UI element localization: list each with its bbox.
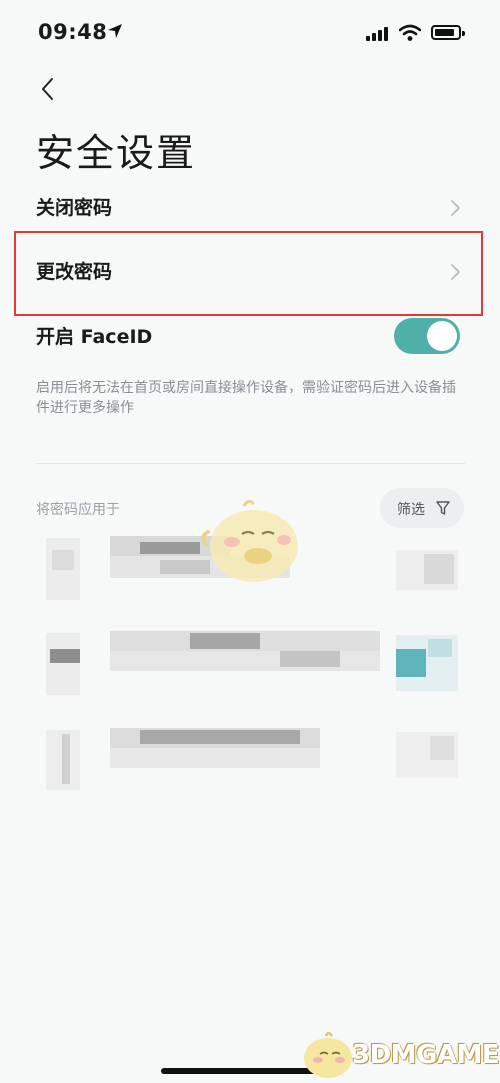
faceid-description: 启用后将无法在首页或房间直接操作设备，需验证密码后进入设备插件进行更多操作 <box>36 380 456 416</box>
divider <box>36 463 465 464</box>
mascot-sticker-image <box>201 499 298 582</box>
filter-label: 筛选 <box>397 502 425 518</box>
status-bar: 09:48 <box>0 0 500 64</box>
watermark-logo <box>304 1031 352 1078</box>
cellular-signal-icon <box>366 26 390 41</box>
close-password-row[interactable]: 关闭密码 <box>0 179 500 235</box>
chevron-right-icon <box>451 200 460 216</box>
filter-button[interactable]: 筛选 <box>380 488 464 528</box>
device-list-item[interactable] <box>0 722 500 802</box>
close-password-label: 关闭密码 <box>36 197 113 219</box>
location-arrow-icon <box>108 24 122 38</box>
battery-icon <box>431 25 465 40</box>
highlight-box <box>14 231 483 316</box>
faceid-toggle[interactable] <box>394 318 460 354</box>
apply-to-label: 将密码应用于 <box>36 502 120 518</box>
toggle-knob <box>427 321 457 351</box>
watermark-text: 3DMGAME <box>352 1040 500 1070</box>
faceid-label: 开启 FaceID <box>36 326 153 348</box>
device-list-item[interactable] <box>0 625 500 705</box>
filter-funnel-icon <box>436 501 450 515</box>
wifi-icon <box>399 24 421 41</box>
back-chevron-icon[interactable] <box>34 74 64 104</box>
status-time: 09:48 <box>38 20 108 44</box>
page-title: 安全设置 <box>36 131 197 175</box>
